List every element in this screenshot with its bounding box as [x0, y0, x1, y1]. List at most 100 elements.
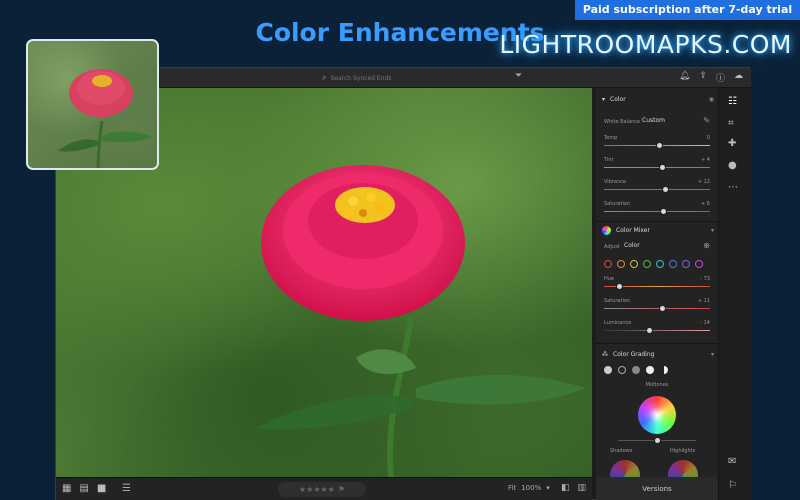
swatch-aqua[interactable] [656, 260, 664, 268]
temp-value[interactable]: 0 [707, 135, 710, 141]
color-mixer-icon [602, 226, 611, 235]
target-icon[interactable]: ⊕ [703, 241, 710, 250]
healing-icon[interactable]: ✚ [728, 138, 736, 149]
zoom-select[interactable]: 100% [521, 484, 541, 492]
midtones-wheel[interactable] [638, 396, 676, 434]
swatch-green[interactable] [643, 260, 651, 268]
swatch-magenta[interactable] [695, 260, 703, 268]
hue-value[interactable]: - 73 [700, 276, 710, 282]
help-icon[interactable]: ⓘ [716, 71, 725, 84]
shadows-icon[interactable] [618, 366, 626, 374]
stars-text[interactable]: ★★★★★ [299, 485, 335, 494]
single-view-icon[interactable]: ■ [97, 483, 106, 494]
bottom-bar: ▦ ▤ ■ ☰ ★★★★★ ⚑ Fit 100% ▾ ◧ ▥ [56, 477, 592, 500]
visibility-icon[interactable]: ◉ [709, 96, 714, 103]
luminance-slider[interactable] [604, 327, 710, 334]
slider-knob[interactable] [662, 186, 669, 193]
adjust-label: Adjust [604, 244, 620, 250]
sort-icon[interactable]: ☰ [122, 483, 131, 494]
tint-slider[interactable] [604, 164, 710, 171]
top-bar: ⌕ Search Synced Ends ⏷ 🔔︎ ⇪ ⓘ ☁ [56, 68, 751, 88]
tool-strip: ☷ ⌗ ✚ ● ⋯ ✉ ⚐ ⓘ [718, 88, 751, 500]
search-placeholder: Search Synced Ends [330, 74, 392, 82]
mixer-saturation-slider[interactable] [604, 305, 710, 312]
subscription-banner: Paid subscription after 7-day trial [575, 0, 800, 20]
highlights-label: Highlights [670, 448, 696, 454]
vibrance-value[interactable]: + 12 [698, 179, 710, 185]
three-way-icon[interactable] [604, 366, 612, 374]
masking-icon[interactable]: ● [728, 160, 737, 171]
crop-icon[interactable]: ⌗ [728, 118, 734, 129]
temp-label: Temp [604, 135, 618, 141]
color-mixer-title: Color Mixer [616, 227, 650, 234]
star-rating[interactable]: ★★★★★ ⚑ [278, 482, 366, 497]
color-section-title: Color [610, 96, 626, 103]
midtones-icon[interactable] [632, 366, 640, 374]
square-grid-icon[interactable]: ▦ [62, 483, 71, 494]
lightroom-window: ⌕ Search Synced Ends ⏷ 🔔︎ ⇪ ⓘ ☁ ▦ ▤ ■ ☰ … [55, 67, 751, 500]
saturation-slider[interactable] [604, 208, 710, 215]
filter-icon[interactable]: ⏷ [515, 71, 522, 81]
midtones-luminance-slider[interactable] [618, 437, 696, 444]
slider-knob[interactable] [656, 142, 663, 149]
slider-knob[interactable] [616, 283, 623, 290]
slider-knob[interactable] [646, 327, 653, 334]
slider-knob[interactable] [659, 164, 666, 171]
shadows-label: Shadows [610, 448, 633, 454]
color-section-header[interactable]: ▾ Color ◉ [602, 96, 714, 103]
versions-button[interactable]: Versions [596, 477, 718, 500]
swatch-yellow[interactable] [630, 260, 638, 268]
edit-sliders-icon[interactable]: ☷ [728, 96, 737, 107]
color-grading-header[interactable]: ⁂ Color Grading ▾ [602, 351, 714, 358]
bell-icon[interactable]: 🔔︎ [679, 71, 690, 84]
search-field[interactable]: ⌕ Search Synced Ends [322, 72, 432, 84]
more-icon[interactable]: ⋯ [728, 182, 738, 193]
vibrance-slider[interactable] [604, 186, 710, 193]
compare-icon[interactable]: ◧ [561, 483, 570, 493]
white-balance-select[interactable]: Custom [642, 117, 665, 124]
eyedropper-icon[interactable]: ✎ [703, 116, 710, 125]
saturation-label: Saturation [604, 201, 631, 207]
share-icon[interactable]: ⇪ [699, 71, 707, 84]
swatch-orange[interactable] [617, 260, 625, 268]
chevron-down-icon[interactable]: ▾ [546, 484, 550, 492]
comment-icon[interactable]: ✉ [728, 456, 736, 467]
chevron-down-icon[interactable]: ▾ [711, 227, 714, 234]
mixer-saturation-value[interactable]: + 11 [698, 298, 710, 304]
temp-slider[interactable] [604, 142, 710, 149]
split-view-icon[interactable]: ▥ [577, 483, 586, 493]
flag-icon[interactable]: ⚑ [338, 485, 345, 494]
luminance-value[interactable]: - 14 [700, 320, 710, 326]
cloud-icon[interactable]: ☁ [734, 71, 743, 84]
color-swatches [604, 260, 703, 268]
swatch-purple[interactable] [682, 260, 690, 268]
grid-icon[interactable]: ▤ [79, 483, 88, 494]
tint-value[interactable]: + 4 [701, 157, 710, 163]
swatch-red[interactable] [604, 260, 612, 268]
highlights-icon[interactable] [646, 366, 654, 374]
global-icon[interactable] [660, 366, 668, 374]
slider-knob[interactable] [659, 305, 666, 312]
hue-label: Hue [604, 276, 615, 282]
saturation-value[interactable]: + 6 [701, 201, 710, 207]
before-thumbnail [26, 39, 159, 170]
edit-panel: ▾ Color ◉ White Balance Custom ✎ Temp 0 … [596, 88, 718, 477]
tag-icon[interactable]: ⚐ [728, 480, 737, 491]
mixer-saturation-label: Saturation [604, 298, 631, 304]
slider-knob[interactable] [654, 437, 661, 444]
white-balance-label: White Balance [604, 119, 641, 125]
highlights-wheel[interactable] [668, 460, 698, 477]
slider-knob[interactable] [660, 208, 667, 215]
swatch-blue[interactable] [669, 260, 677, 268]
luminance-label: Luminance [604, 320, 632, 326]
chevron-down-icon[interactable]: ▾ [711, 351, 714, 358]
grading-mode-icons [604, 366, 668, 374]
adjust-select[interactable]: Color [624, 242, 640, 249]
color-mixer-header[interactable]: Color Mixer ▾ [602, 226, 714, 235]
fit-label[interactable]: Fit [508, 484, 516, 492]
shadows-wheel[interactable] [610, 460, 640, 477]
hue-slider[interactable] [604, 283, 710, 290]
midtones-label: Midtones [645, 382, 669, 388]
chevron-down-icon[interactable]: ▾ [602, 96, 605, 103]
site-watermark: LIGHTROOMAPKS.COM [499, 30, 792, 59]
